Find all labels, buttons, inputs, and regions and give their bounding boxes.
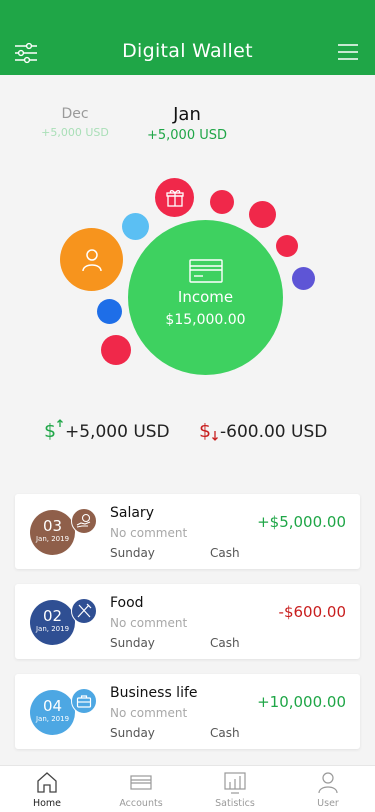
dollar-down-icon: $ [199,420,218,442]
transaction-card[interactable]: 04 Jan, 2019 Business life No comment Su… [15,674,360,749]
transaction-date-sub: Jan, 2019 [35,535,70,543]
user-icon [318,772,338,794]
month-current-amount: +5,000 USD [146,128,228,143]
transaction-date-sub: Jan, 2019 [35,625,70,633]
transaction-date-badge: 04 Jan, 2019 [30,690,75,735]
briefcase-icon [71,688,97,714]
svg-text:$: $ [199,420,211,442]
month-current[interactable]: Jan +5,000 USD [132,104,242,143]
month-current-name: Jan [173,104,201,125]
money-hand-icon [71,508,97,534]
transaction-amount: +10,000.00 [257,693,346,711]
month-prev-amount: +5,000 USD [41,126,109,139]
menu-button[interactable] [337,42,361,64]
transaction-method: Cash [210,546,240,560]
bubble-purple[interactable] [292,267,315,290]
home-icon [37,772,57,793]
utensils-icon [71,598,97,624]
dollar-up-icon: $ [44,419,63,442]
income-bubble[interactable]: Income $15,000.00 [128,220,283,375]
tab-user[interactable]: User [281,770,375,809]
bubble-red-2[interactable] [249,201,276,228]
transaction-category: Salary [110,505,154,521]
transaction-method: Cash [210,636,240,650]
tab-user-label: User [317,798,339,809]
bottom-tab-bar: Home Accounts Satistics User [0,765,375,812]
transaction-card[interactable]: 02 Jan, 2019 Food No comment Sunday Cash… [15,584,360,659]
transaction-weekday: Sunday [110,636,155,650]
bubble-blue[interactable] [97,299,122,324]
svg-text:$: $ [44,420,56,442]
credit-card-icon [189,259,223,283]
income-summary: $ +5,000 USD [43,418,170,442]
bubble-lightblue[interactable] [122,213,149,240]
hamburger-icon [338,44,358,60]
summary-row: $ +5,000 USD $ -600.00 USD [0,418,375,444]
app-header: Digital Wallet [0,0,375,75]
month-prev-name: Dec [61,106,89,122]
transaction-day: 03 [42,517,63,535]
tab-home[interactable]: Home [0,770,94,809]
chart-icon [224,772,246,794]
income-label: Income [177,288,234,306]
income-summary-value: +5,000 USD [65,422,170,442]
tab-home-label: Home [32,798,62,809]
bubble-red-3[interactable] [276,235,298,257]
transaction-amount: -$600.00 [278,603,346,621]
transaction-comment: No comment [110,526,188,540]
transaction-method: Cash [210,726,240,740]
card-icon [130,775,152,790]
month-selector: Dec +5,000 USD Jan +5,000 USD [0,104,375,154]
tab-accounts-label: Accounts [119,798,163,809]
transaction-weekday: Sunday [110,726,155,740]
bubble-red-4[interactable] [101,335,131,365]
month-prev[interactable]: Dec +5,000 USD [20,106,130,139]
transaction-date-badge: 02 Jan, 2019 [30,600,75,645]
transaction-date-badge: 03 Jan, 2019 [30,510,75,555]
expense-summary-value: -600.00 USD [220,422,328,442]
category-bubbles: Income $15,000.00 [0,170,375,390]
transaction-comment: No comment [110,616,188,630]
bubble-red-1[interactable] [210,190,234,214]
transaction-day: 02 [42,607,63,625]
tab-accounts[interactable]: Accounts [94,770,188,809]
income-value: $15,000.00 [165,312,246,328]
page-title: Digital Wallet [122,40,253,62]
tab-statistics[interactable]: Satistics [188,770,282,809]
transaction-amount: +$5,000.00 [257,513,346,531]
tab-statistics-label: Satistics [215,798,255,809]
bubble-gift[interactable] [155,178,194,217]
transaction-card[interactable]: 03 Jan, 2019 Salary No comment Sunday Ca… [15,494,360,569]
transaction-category: Business life [110,685,198,701]
bubble-user[interactable] [60,228,123,291]
transaction-category: Food [110,595,144,611]
expense-summary: $ -600.00 USD [198,418,327,442]
user-icon [81,248,102,271]
transaction-date-sub: Jan, 2019 [35,715,70,723]
transaction-weekday: Sunday [110,546,155,560]
transaction-day: 04 [42,697,63,715]
gift-icon [165,189,184,207]
transaction-comment: No comment [110,706,188,720]
